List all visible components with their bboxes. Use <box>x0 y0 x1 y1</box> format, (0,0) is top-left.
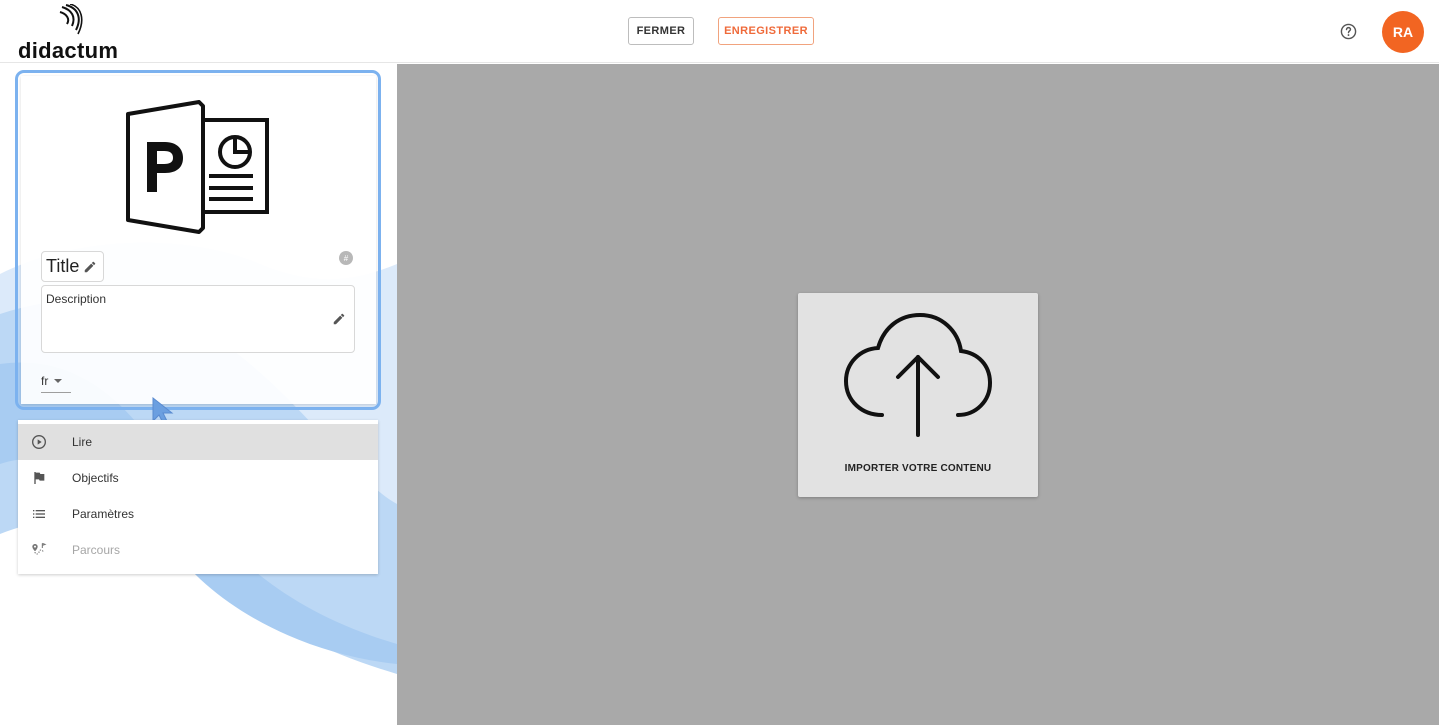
title-field[interactable]: Title <box>41 251 105 282</box>
content-info-card: Title # Description fr <box>21 76 376 404</box>
edit-pencil-icon[interactable] <box>83 260 97 274</box>
edit-pencil-icon[interactable] <box>332 312 346 326</box>
hashtag-icon[interactable]: # <box>339 251 353 265</box>
help-circle-icon[interactable] <box>1340 23 1357 40</box>
menu-item-lire[interactable]: Lire <box>18 424 378 460</box>
app-header: didactum FERMER ENREGISTRER RA <box>0 0 1439 63</box>
menu-item-label: Paramètres <box>72 507 135 521</box>
cloud-upload-icon <box>843 312 993 437</box>
menu-item-objectifs[interactable]: Objectifs <box>18 460 378 496</box>
language-select[interactable]: fr <box>41 369 71 393</box>
chevron-down-icon <box>54 378 63 383</box>
play-circle-icon <box>32 435 46 449</box>
close-button[interactable]: FERMER <box>628 17 694 45</box>
menu-item-parcours: Parcours <box>18 532 378 568</box>
language-value: fr <box>41 373 49 388</box>
fingerprint-logo-icon <box>59 4 83 35</box>
save-button[interactable]: ENREGISTRER <box>718 17 814 45</box>
menu-item-label: Parcours <box>72 543 121 557</box>
main-editor-area: IMPORTER VOTRE CONTENU <box>397 64 1439 725</box>
powerpoint-icon <box>126 100 269 234</box>
menu-item-label: Lire <box>72 435 93 449</box>
brand-logo[interactable]: didactum <box>18 4 128 63</box>
import-content-label: IMPORTER VOTRE CONTENU <box>844 463 992 474</box>
user-avatar[interactable]: RA <box>1382 11 1424 53</box>
description-field[interactable]: Description <box>41 285 355 353</box>
list-icon <box>33 510 45 518</box>
title-text: Title <box>46 256 80 276</box>
import-content-button[interactable]: IMPORTER VOTRE CONTENU <box>798 293 1038 497</box>
route-icon <box>32 542 47 555</box>
content-menu: Lire Objectifs Paramètres Parcours <box>18 420 378 574</box>
brand-name: didactum <box>18 38 119 63</box>
description-label: Description <box>46 292 107 306</box>
flag-icon <box>34 472 45 484</box>
menu-item-label: Objectifs <box>72 471 119 485</box>
menu-item-parametres[interactable]: Paramètres <box>18 496 378 532</box>
sidebar: Title # Description fr Lire Objectifs Pa… <box>0 64 397 725</box>
